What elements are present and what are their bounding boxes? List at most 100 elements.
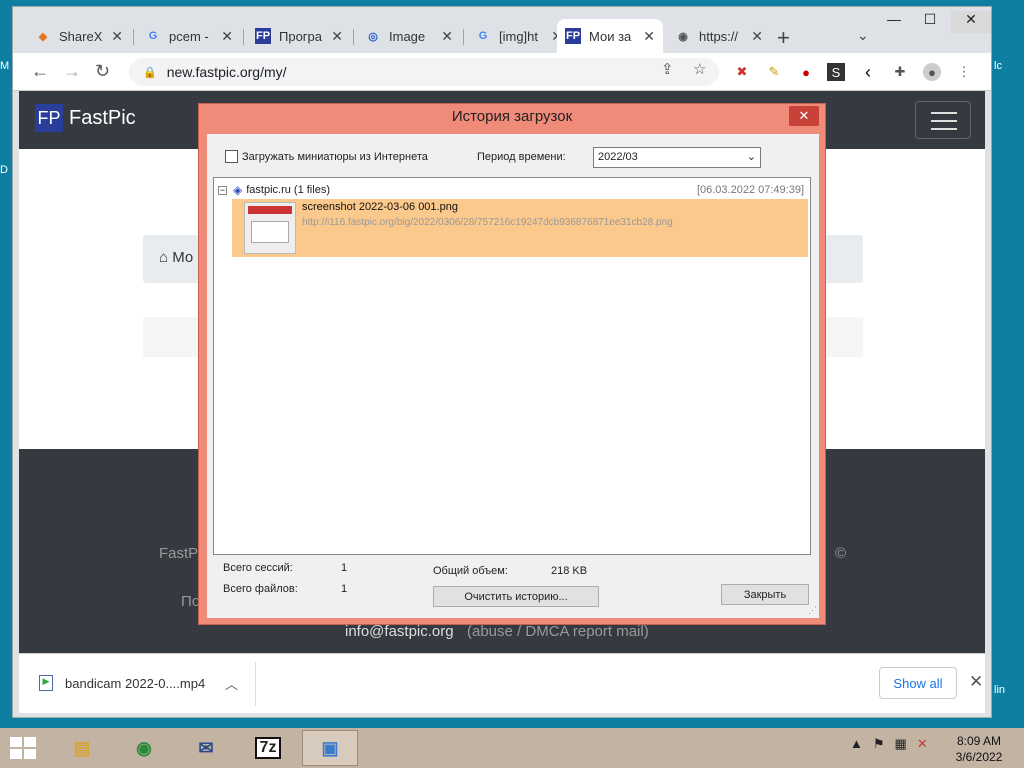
ghost-extension-icon[interactable]: ● (797, 63, 815, 81)
window-close-button[interactable]: ✕ (951, 11, 991, 33)
reload-button[interactable]: ↻ (95, 61, 110, 82)
sharex-taskbar-icon[interactable]: ▣ (302, 730, 358, 766)
s-extension-icon[interactable]: S (827, 63, 845, 81)
flag-icon[interactable]: ⚑ (873, 736, 885, 752)
dialog-title: История загрузок (451, 108, 573, 125)
home-icon[interactable]: ⌂ (159, 249, 168, 266)
tab-search-chevron-icon[interactable]: ⌄ (857, 27, 869, 44)
history-file-row[interactable]: screenshot 2022-03-06 001.png http://i11… (232, 199, 808, 257)
tab-title: ShareX (59, 28, 103, 44)
download-bar: ▶ bandicam 2022-0....mp4 ︿ Show all ✕ (19, 653, 985, 713)
maximize-button[interactable]: ☐ (915, 11, 945, 28)
desktop-icon-label: M (0, 60, 10, 72)
files-value: 1 (341, 583, 348, 595)
close-tab-icon[interactable]: ✕ (111, 28, 123, 45)
tab-title: Програ (279, 28, 323, 44)
network-host-icon: ◈ (233, 183, 243, 197)
file-explorer-icon[interactable]: ▤ (54, 730, 110, 766)
dialog-close-button[interactable]: ✕ (789, 106, 819, 126)
tab-my-uploads[interactable]: FP Мои за ✕ (557, 19, 663, 53)
download-filename: bandicam 2022-0....mp4 (65, 675, 206, 691)
site-logo[interactable]: FP FastPic (35, 104, 136, 132)
close-download-bar-icon[interactable]: ✕ (969, 672, 983, 692)
download-item[interactable]: ▶ bandicam 2022-0....mp4 (39, 668, 205, 698)
url-text: new.fastpic.org/my/ (166, 64, 287, 80)
close-tab-icon[interactable]: ✕ (221, 28, 233, 45)
share-icon[interactable]: ⇪ (661, 60, 674, 78)
history-group-row[interactable]: − ◈ fastpic.ru (1 files) [06.03.2022 07:… (218, 182, 804, 198)
upload-history-dialog: История загрузок ✕ Загружать миниатюры и… (198, 103, 826, 625)
file-url: http://i116.fastpic.org/big/2022/0306/28… (302, 217, 673, 228)
file-name: screenshot 2022-03-06 001.png (302, 201, 458, 213)
show-hidden-icons-icon[interactable]: ▲ (850, 736, 863, 752)
minimize-button[interactable]: — (879, 11, 909, 27)
start-button[interactable] (10, 737, 36, 759)
7zip-icon[interactable]: 7z (240, 730, 296, 766)
footer-text: FastPi (159, 545, 202, 562)
menu-kebab-icon[interactable]: ⋮ (955, 63, 973, 81)
pencil-extension-icon[interactable]: ✎ (765, 63, 783, 81)
footer-email-link[interactable]: info@fastpic.org (345, 623, 454, 640)
arrow-extension-icon[interactable]: ‹ (859, 62, 877, 82)
period-label: Период времени: (477, 151, 566, 163)
chevron-up-icon[interactable]: ︿ (225, 674, 238, 693)
resize-grip-icon[interactable]: ⋰ (808, 605, 817, 616)
breadcrumb-label: Мо (172, 249, 194, 266)
tab-title: Image (389, 28, 426, 44)
load-thumbnails-checkbox-row[interactable]: Загружать миниатюры из Интернета (225, 150, 428, 163)
network-icon[interactable]: ▦ (895, 736, 907, 752)
chrome-icon[interactable]: ◉ (116, 730, 172, 766)
close-tab-icon[interactable]: ✕ (331, 28, 343, 45)
site-name: FastPic (69, 106, 136, 129)
taskbar: ▤ ◉ ✉ 7z ▣ ▲ ⚑ ▦ ✕ 8:09 AM 3/6/2022 (0, 728, 1024, 768)
bookmark-star-icon[interactable]: ☆ (693, 60, 706, 78)
clear-history-button[interactable]: Очистить историю... (433, 586, 599, 607)
hamburger-menu-button[interactable] (915, 101, 971, 139)
volume-value: 218 KB (551, 565, 588, 577)
load-thumbnails-checkbox[interactable] (225, 150, 238, 163)
extensions-puzzle-icon[interactable]: ✚ (891, 63, 909, 81)
fastpic-icon: FP (255, 28, 271, 44)
profile-avatar-icon[interactable]: ● (923, 63, 941, 81)
tab-separator (463, 29, 464, 45)
google-icon: G (478, 30, 488, 42)
tab-programs[interactable]: FP Програ ✕ (247, 19, 351, 53)
show-all-button[interactable]: Show all (879, 667, 957, 699)
address-bar[interactable]: 🔒 new.fastpic.org/my/ (129, 58, 719, 86)
tab-image[interactable]: ◎ Image ✕ (357, 19, 461, 53)
close-tab-icon[interactable]: ✕ (751, 28, 763, 45)
close-tab-icon[interactable]: ✕ (643, 28, 655, 45)
close-tab-icon[interactable]: ✕ (441, 28, 453, 45)
adblock-extension-icon[interactable]: ✖ (733, 63, 751, 81)
tab-https[interactable]: ◉ https:// ✕ (667, 19, 771, 53)
mail-app-icon[interactable]: ✉ (178, 730, 234, 766)
forward-button[interactable]: → (63, 61, 81, 82)
files-label: Всего файлов: (223, 583, 298, 595)
close-button[interactable]: Закрыть (721, 584, 809, 605)
fastpic-icon: FP (565, 28, 581, 44)
tab-sharex[interactable]: ◆ ShareX ✕ (27, 19, 131, 53)
period-select[interactable]: 2022/03 ⌄ (593, 147, 761, 168)
speaker-muted-icon[interactable]: ✕ (917, 736, 928, 752)
group-timestamp: [06.03.2022 07:49:39] (696, 184, 804, 196)
tab-img-search[interactable]: G [img]ht ✕ (467, 19, 571, 53)
fastpic-logo-mark: FP (35, 104, 63, 132)
tab-strip: ◆ ShareX ✕ G pcem - ✕ FP Програ ✕ ◎ Imag… (13, 7, 991, 53)
chevron-down-icon: ⌄ (746, 151, 756, 163)
google-icon: G (148, 30, 158, 42)
tab-separator (353, 29, 354, 45)
tab-title: https:// (699, 28, 739, 44)
divider (255, 662, 256, 706)
period-value: 2022/03 (598, 151, 638, 163)
system-clock[interactable]: 8:09 AM 3/6/2022 (944, 733, 1014, 765)
tab-title: Мои за (589, 28, 632, 44)
group-label: fastpic.ru (1 files) (246, 184, 330, 196)
tab-pcem[interactable]: G pcem - ✕ (137, 19, 241, 53)
lock-icon: 🔒 (143, 66, 157, 79)
desktop-icon-label: D (0, 164, 8, 176)
new-tab-button[interactable]: + (777, 25, 790, 51)
collapse-toggle-icon[interactable]: − (218, 185, 227, 195)
back-button[interactable]: ← (31, 61, 49, 82)
desktop-icon-label: lc (994, 60, 1002, 72)
footer-abuse-note: (abuse / DMCA report mail) (467, 623, 649, 640)
